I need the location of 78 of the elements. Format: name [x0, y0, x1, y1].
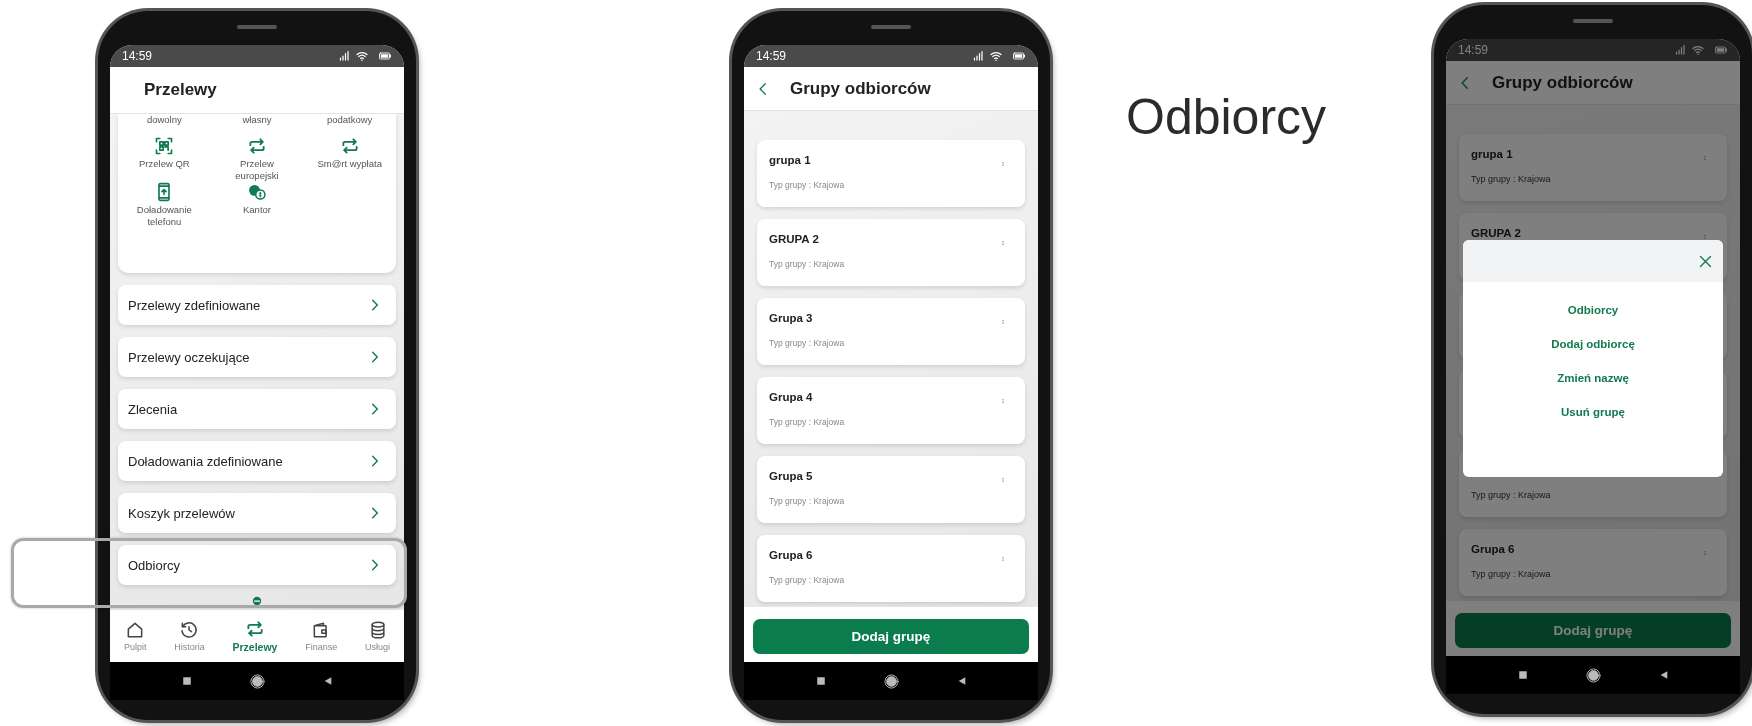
dialog-option[interactable]: Usuń grupę: [1561, 406, 1625, 418]
screen-title: Przelewy: [144, 80, 217, 100]
shortcut-label[interactable]: podatkowy: [310, 114, 389, 126]
menu-row[interactable]: Przelewy oczekujące: [118, 337, 396, 377]
group-card[interactable]: GRUPA 2 Typ grupy : Krajowa: [757, 219, 1025, 286]
dialog-option[interactable]: Dodaj odbiorcę: [1551, 338, 1635, 350]
dialog-option[interactable]: Zmień nazwę: [1557, 372, 1629, 384]
group-name: grupa 1: [769, 154, 811, 168]
screen-title: Grupy odbiorców: [1492, 72, 1633, 93]
screen-title: Grupy odbiorców: [790, 78, 931, 99]
group-type: Typ grupy : Krajowa: [769, 180, 845, 190]
signal-icon: [1673, 44, 1686, 56]
group-name: Grupa 6: [769, 549, 813, 563]
coins-icon: [247, 182, 267, 202]
group-card[interactable]: Grupa 4 Typ grupy : Krajowa: [757, 377, 1025, 444]
group-type: Typ grupy : Krajowa: [769, 259, 845, 269]
group-card[interactable]: grupa 1 Typ grupy : Krajowa: [757, 140, 1025, 207]
shortcut-label[interactable]: Doładowanie telefonu: [125, 204, 204, 228]
group-name: Grupa 4: [769, 391, 813, 405]
group-name: GRUPA 2: [1471, 227, 1521, 241]
group-type: Typ grupy : Krajowa: [1471, 490, 1551, 500]
group-card[interactable]: Grupa 6 Typ grupy : Krajowa: [757, 535, 1025, 602]
wifi-icon: [355, 50, 369, 62]
group-name: Grupa 6: [1471, 543, 1515, 557]
swap-arrows-icon: [244, 619, 265, 639]
close-icon: [1698, 253, 1713, 269]
swap-arrows-icon: [247, 136, 267, 156]
group-name: GRUPA 2: [769, 233, 819, 247]
group-type: Typ grupy : Krajowa: [1471, 174, 1551, 184]
qr-code-icon: [154, 136, 175, 156]
menu-row[interactable]: Doładowania zdefiniowane: [118, 441, 396, 481]
status-time: 14:59: [1458, 43, 1489, 57]
shortcut-label[interactable]: Sm@rt wypłata: [310, 158, 389, 170]
group-type: Typ grupy : Krajowa: [769, 417, 845, 427]
signal-icon: [337, 50, 350, 62]
group-name: Grupa 3: [769, 312, 813, 326]
group-card[interactable]: grupa 1 Typ grupy : Krajowa: [1459, 134, 1727, 201]
scroll-handle-icon: [252, 596, 262, 606]
status-time: 14:59: [122, 49, 153, 63]
circle-icon[interactable]: [883, 673, 899, 689]
wifi-icon: [989, 50, 1003, 62]
group-card[interactable]: Grupa 3 Typ grupy : Krajowa: [757, 298, 1025, 365]
group-name: grupa 1: [1471, 148, 1513, 162]
nav-tab[interactable]: Pulpit: [123, 620, 147, 652]
shortcut-label[interactable]: dowolny: [125, 114, 204, 126]
nav-tab[interactable]: Usługi: [365, 620, 391, 652]
group-card[interactable]: Grupa 5 Typ grupy : Krajowa: [757, 456, 1025, 523]
menu-row[interactable]: Zlecenia: [118, 389, 396, 429]
circle-icon[interactable]: [249, 673, 265, 689]
menu-row[interactable]: Odbiorcy: [118, 545, 396, 585]
page-caption: Odbiorcy: [1126, 89, 1327, 145]
nav-tab[interactable]: Historia: [174, 620, 205, 652]
square-icon[interactable]: [1517, 670, 1528, 680]
shortcut-label[interactable]: Przelew QR: [125, 158, 204, 170]
shortcut-label[interactable]: Kantor: [218, 204, 296, 216]
square-icon[interactable]: [815, 676, 826, 686]
menu-row[interactable]: Koszyk przelewów: [118, 493, 396, 533]
group-name: Grupa 5: [769, 470, 813, 484]
close-button[interactable]: [1698, 253, 1713, 269]
menu-row[interactable]: Przelewy zdefiniowane: [118, 285, 396, 325]
group-type: Typ grupy : Krajowa: [1471, 569, 1551, 579]
add-group-button[interactable]: Dodaj grupę: [753, 619, 1029, 654]
signal-icon: [971, 50, 984, 62]
shortcut-label[interactable]: własny: [218, 114, 296, 126]
dialog-option[interactable]: Odbiorcy: [1567, 304, 1619, 316]
square-icon[interactable]: [181, 676, 192, 686]
nav-tab[interactable]: Finanse: [305, 620, 338, 652]
shortcut-label[interactable]: Przelew europejski: [218, 158, 296, 182]
swap-arrows-icon: [339, 136, 360, 156]
group-type: Typ grupy : Krajowa: [769, 575, 845, 585]
group-type: Typ grupy : Krajowa: [769, 338, 845, 348]
history-clock-icon: [179, 620, 200, 640]
circle-icon[interactable]: [1585, 667, 1601, 683]
group-type: Typ grupy : Krajowa: [769, 496, 845, 506]
wifi-icon: [1691, 44, 1705, 56]
status-time: 14:59: [756, 49, 787, 63]
nav-tab[interactable]: Przelewy: [232, 619, 278, 653]
group-card[interactable]: Grupa 6 Typ grupy : Krajowa: [1459, 529, 1727, 596]
